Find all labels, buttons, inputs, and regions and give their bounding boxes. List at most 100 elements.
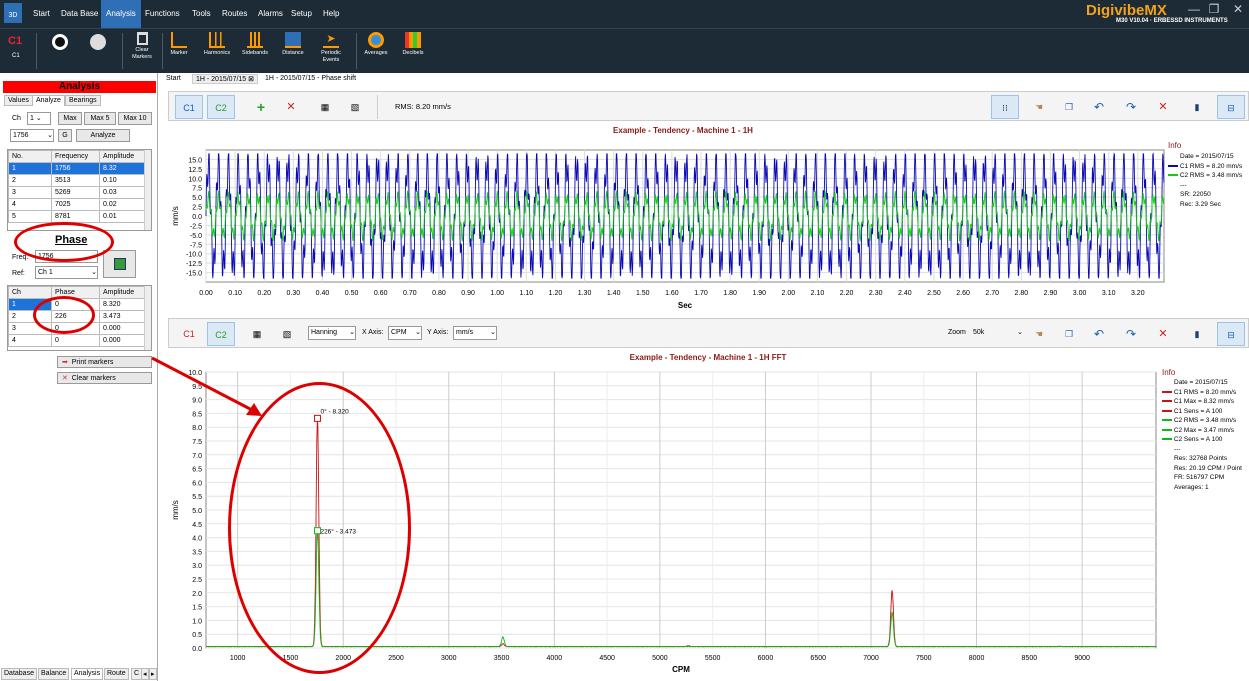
distance-ribbon-button[interactable]: Distance [278,32,308,72]
top-info-panel: Date = 2015/07/15 C1 RMS = 8.20 mm/s C2 … [1168,152,1248,209]
phase-scrollbar[interactable] [144,286,151,350]
harmonics-label: Harmonics [203,50,231,56]
c1-toggle-button[interactable]: C1 [175,95,203,119]
max-button[interactable]: Max [58,112,82,125]
close-icon[interactable]: ✕ [1228,2,1248,20]
menu-database[interactable]: Data Base [56,0,103,28]
menu-alarms[interactable]: Alarms [253,0,288,28]
doc-tab-1h[interactable]: 1H - 2015/07/15 ⊠ [192,74,259,84]
table-row[interactable]: 1 1756 8.32 [8,162,145,175]
bottom-tab-database[interactable]: Database [1,668,37,680]
x-tick-label: 0.00 [199,290,213,297]
record-icon[interactable] [52,34,68,50]
waveform-fft-icon[interactable]: ▧ [273,322,301,346]
refresh-phase-button[interactable] [103,250,136,278]
add-icon[interactable]: + [247,95,275,119]
c2-fft-toggle-button[interactable]: C2 [207,322,235,346]
stop-icon[interactable] [90,34,106,50]
periodic-events-ribbon-button[interactable]: ➤ Periodic Events [314,32,348,72]
menu-analysis[interactable]: Analysis [101,0,141,28]
doc-tab-phase-shift[interactable]: 1H - 2015/07/15 - Phase shift [265,75,356,82]
window-select[interactable]: Hanning ⌄ [308,326,356,340]
battery-icon[interactable]: ▮ [1183,95,1211,119]
menu-routes[interactable]: Routes [217,0,252,28]
harmonics-ribbon-button[interactable]: Harmonics [200,32,234,72]
phase-col-amplitude: Amplitude [99,286,145,299]
c1-legend-swatch [1168,164,1178,167]
ch-select[interactable]: 1 ⌄ [27,112,51,125]
ref-select[interactable]: Ch 1 ⌄ [35,266,98,279]
cell: 7025 [51,198,100,211]
table-row[interactable]: 2 3513 0.10 [8,174,145,187]
table-row[interactable]: 4 7025 0.02 [8,198,145,211]
analysis-header: Analysis [3,81,156,93]
undo-fft-icon[interactable]: ↶ [1085,322,1113,346]
window-fft-icon[interactable]: ⊟ [1217,322,1245,346]
marker-ribbon-button[interactable]: Marker [166,32,192,72]
copy-fft-icon[interactable]: ❐ [1055,322,1083,346]
g-button[interactable]: G [58,129,72,142]
menu-help[interactable]: Help [318,0,344,28]
tab-analyze[interactable]: Analyze [32,95,65,106]
phase-col-ch: Ch [8,286,52,299]
copy-icon[interactable]: ❐ [1055,95,1083,119]
table-row[interactable]: 4 0 0.000 [8,334,145,347]
menu-tools[interactable]: Tools [187,0,216,28]
xaxis-select[interactable]: CPM ⌄ [388,326,422,340]
c2-toggle-button[interactable]: C2 [207,95,235,119]
waveform-icon[interactable]: ▧ [341,95,369,119]
info-c2-rms-label: C2 RMS = 3.48 mm/s [1179,172,1243,179]
tab-bearings[interactable]: Bearings [65,95,101,106]
menu-functions[interactable]: Functions [140,0,185,28]
tab-values[interactable]: Values [4,95,33,106]
doc-tab-start[interactable]: Start [166,75,181,82]
zoom-select[interactable]: 50k ⌄ [973,326,1023,340]
clear-markers-ribbon-button[interactable]: Clear Markers [128,32,156,72]
clear-markers-button[interactable]: ✕ Clear markers [57,372,152,384]
bottom-tab-balance[interactable]: Balance [38,668,70,680]
print-markers-button[interactable]: ➡ Print markers [57,356,152,368]
x-tick-label: 6500 [810,655,826,662]
redo-icon[interactable]: ↷ [1117,95,1145,119]
y-tick-label: 1.5 [192,605,202,612]
undo-icon[interactable]: ↶ [1085,95,1113,119]
tab-close-icon[interactable]: ⊠ [248,76,254,83]
max5-button[interactable]: Max 5 [84,112,116,125]
battery-fft-icon[interactable]: ▮ [1183,322,1211,346]
time-waveform-chart[interactable]: 15.0 12.5 10.0 7.5 5.0 2.5 0.0 -2.5 -5.0 -7.5 -10.… [168,136,1168,314]
max10-button[interactable]: Max 10 [118,112,152,125]
app-logo-icon[interactable]: 3D [4,3,22,23]
close-fft-icon[interactable]: ✕ [1149,322,1177,346]
redo-fft-icon[interactable]: ↷ [1117,322,1145,346]
tab-scroll-left-icon[interactable]: ◂ [141,668,149,680]
channel-indicator[interactable]: C1 [8,35,22,47]
c1-fft-toggle-button[interactable]: C1 [175,322,203,346]
distance-label: Distance [282,50,304,56]
pan-hand-fft-icon[interactable]: ☚ [1025,322,1053,346]
table-row[interactable]: 3 5269 0.03 [8,186,145,199]
delete-icon[interactable]: ✕ [277,95,305,119]
yaxis-select[interactable]: mm/s ⌄ [453,326,497,340]
pan-hand-icon[interactable]: ☚ [1025,95,1053,119]
bottom-tab-analysis[interactable]: Analysis [71,668,104,680]
minimize-icon[interactable]: — [1184,2,1204,20]
ch-select-value: 1 [30,115,34,122]
grid-fft-icon[interactable]: ▦ [243,322,271,346]
window-icon[interactable]: ⊟ [1217,95,1245,119]
averages-ribbon-button[interactable]: Averages [362,32,390,72]
menu-start[interactable]: Start [28,0,55,28]
tab-scroll-right-icon[interactable]: ▸ [149,668,157,680]
decibels-ribbon-button[interactable]: Decibels [398,32,428,72]
menu-setup[interactable]: Setup [286,0,317,28]
close-chart-icon[interactable]: ✕ [1149,95,1177,119]
grid-icon[interactable]: ▦ [311,95,339,119]
restore-icon[interactable]: ❐ [1204,2,1224,20]
cursor-list-icon[interactable]: ⁝⁝ [991,95,1019,119]
peaks-scrollbar[interactable] [144,150,151,230]
c2-legend-swatch [1168,174,1178,177]
freq-select[interactable]: 1756 ⌄ [10,129,54,142]
bottom-tab-route[interactable]: Route [104,668,129,680]
table-row[interactable]: 5 8781 0.01 [8,210,145,223]
analyze-button[interactable]: Analyze [76,129,130,142]
sidebands-ribbon-button[interactable]: Sidebands [240,32,270,72]
